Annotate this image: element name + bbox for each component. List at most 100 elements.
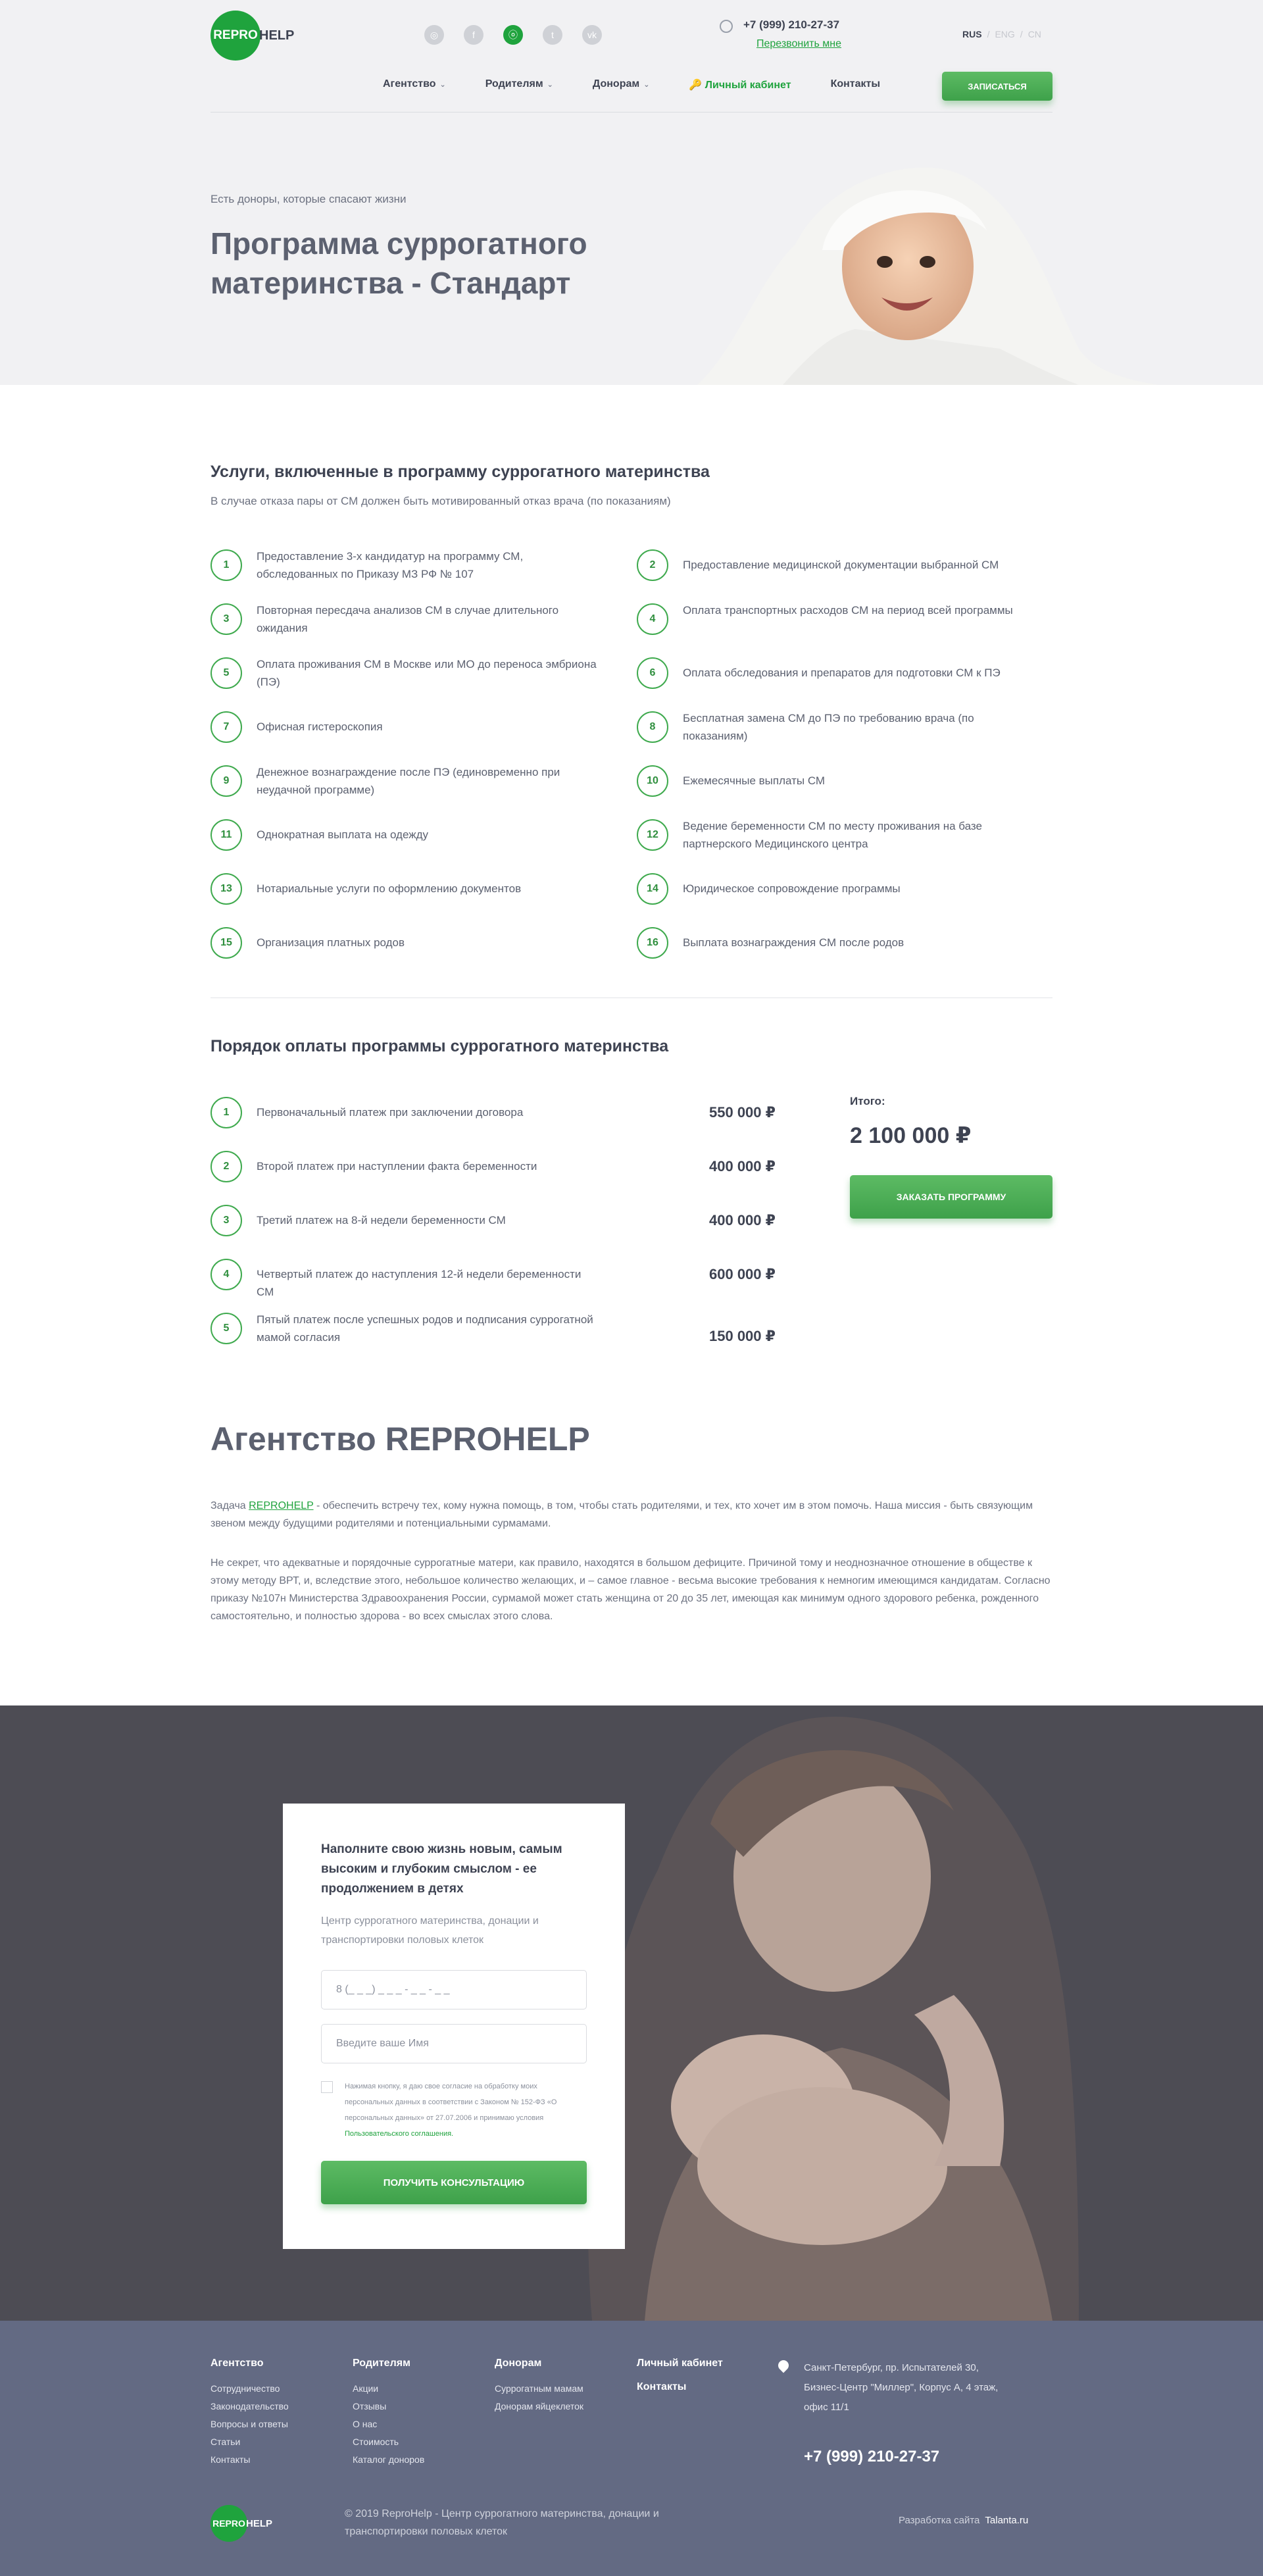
footer-column-cabinet: Личный кабинет Контакты bbox=[637, 2358, 723, 2404]
footer-column-donors: Донорам Суррогатным мамам Донорам яйцекл… bbox=[495, 2358, 583, 2415]
footer-link[interactable]: Законодательство bbox=[210, 2398, 289, 2415]
service-number: 14 bbox=[637, 873, 668, 905]
nav-item-cabinet[interactable]: 🔑 Личный кабинет bbox=[689, 78, 791, 91]
footer-link[interactable]: Стоимость bbox=[353, 2433, 424, 2451]
footer-link[interactable]: Статьи bbox=[210, 2433, 289, 2451]
footer-link[interactable]: Отзывы bbox=[353, 2398, 424, 2415]
nav-item-parents[interactable]: Родителям ⌄ bbox=[485, 78, 553, 91]
service-text: Выплата вознаграждения СМ после родов bbox=[683, 936, 904, 949]
key-icon: 🔑 bbox=[689, 80, 703, 91]
footer-logo[interactable]: REPRO HELP bbox=[210, 2505, 272, 2542]
service-text: Организация платных родов bbox=[257, 936, 405, 949]
service-number: 7 bbox=[210, 711, 242, 743]
payment-text: Пятый платеж после успешных родов и подп… bbox=[257, 1313, 593, 1344]
service-number: 9 bbox=[210, 765, 242, 797]
chevron-down-icon: ⌄ bbox=[643, 81, 650, 89]
agency-paragraph-2: Не секрет, что адекватные и порядочные с… bbox=[210, 1557, 1051, 1622]
service-number: 1 bbox=[210, 549, 242, 581]
service-text: Оплата обследования и препаратов для под… bbox=[683, 667, 1001, 679]
order-program-button[interactable]: ЗАКАЗАТЬ ПРОГРАММУ bbox=[850, 1175, 1052, 1219]
page-title: Программа суррогатного материнства - Ста… bbox=[210, 226, 587, 300]
hero-subtitle: Есть доноры, которые спасают жизни bbox=[210, 193, 407, 205]
footer-link[interactable]: Донорам яйцеклеток bbox=[495, 2398, 583, 2415]
social-links: ◎ f ⓞ t vk bbox=[424, 25, 602, 45]
consultation-form: Наполните свою жизнь новым, самым высоки… bbox=[283, 1804, 625, 2249]
footer-link[interactable]: Вопросы и ответы bbox=[210, 2415, 289, 2433]
service-number: 2 bbox=[637, 549, 668, 581]
phone-icon bbox=[720, 20, 733, 33]
payment-price: 400 000 ₽ bbox=[709, 1158, 776, 1174]
footer-cabinet-link[interactable]: Личный кабинет bbox=[637, 2358, 723, 2369]
service-text: Предоставление 3-х кандидатур на програм… bbox=[257, 550, 524, 580]
header-section: REPRO HELP ◎ f ⓞ t vk +7 (999) 210-27-37… bbox=[0, 0, 1263, 385]
service-number: 3 bbox=[210, 603, 242, 635]
service-number: 16 bbox=[637, 927, 668, 959]
footer-contacts-link[interactable]: Контакты bbox=[637, 2381, 723, 2393]
footer-column-title[interactable]: Родителям bbox=[353, 2358, 424, 2369]
payment-price: 400 000 ₽ bbox=[709, 1212, 776, 1228]
logo-text: HELP bbox=[259, 28, 295, 43]
footer-link[interactable]: Акции bbox=[353, 2380, 424, 2398]
signup-button[interactable]: ЗАПИСАТЬСЯ bbox=[942, 72, 1052, 101]
service-number: 15 bbox=[210, 927, 242, 959]
lang-rus[interactable]: RUS bbox=[962, 29, 982, 39]
service-number: 11 bbox=[210, 819, 242, 851]
logo-mark: REPRO bbox=[210, 11, 260, 61]
service-text: Однократная выплата на одежду bbox=[257, 828, 428, 841]
service-text: Нотариальные услуги по оформлению докуме… bbox=[257, 882, 522, 895]
footer-phone[interactable]: +7 (999) 210-27-37 bbox=[804, 2448, 939, 2466]
footer-address: Санкт-Петербург, пр. Испытателей 30, Биз… bbox=[804, 2362, 999, 2413]
service-text: Ведение беременности СМ по месту прожива… bbox=[683, 820, 982, 850]
facebook-icon[interactable]: f bbox=[464, 25, 483, 45]
vk-icon[interactable]: vk bbox=[582, 25, 602, 45]
payment-text: Второй платеж при наступлении факта бере… bbox=[257, 1160, 537, 1173]
footer-link[interactable]: О нас bbox=[353, 2415, 424, 2433]
payment-number: 4 bbox=[210, 1259, 242, 1290]
consent-checkbox[interactable] bbox=[321, 2081, 333, 2093]
get-consultation-button[interactable]: ПОЛУЧИТЬ КОНСУЛЬТАЦИЮ bbox=[321, 2161, 587, 2204]
callback-link[interactable]: Перезвонить мне bbox=[756, 38, 841, 50]
logo-mark: REPRO bbox=[210, 2505, 247, 2542]
footer-column-title[interactable]: Агентство bbox=[210, 2358, 289, 2369]
nav-item-contacts[interactable]: Контакты bbox=[831, 78, 880, 91]
payment-number: 2 bbox=[210, 1151, 242, 1182]
developer-link[interactable]: Talanta.ru bbox=[985, 2515, 1028, 2526]
payment-text: Четвертый платеж до наступления 12-й нед… bbox=[257, 1268, 582, 1298]
service-text: Предоставление медицинской документации … bbox=[683, 559, 999, 571]
lang-cn[interactable]: CN bbox=[1028, 29, 1041, 39]
service-number: 5 bbox=[210, 657, 242, 689]
chevron-down-icon: ⌄ bbox=[547, 81, 553, 89]
header-phone[interactable]: +7 (999) 210-27-37 bbox=[743, 18, 839, 32]
reprohelp-link[interactable]: REPROHELP bbox=[249, 1500, 313, 1511]
footer-link[interactable]: Каталог доноров bbox=[353, 2451, 424, 2469]
twitter-icon[interactable]: t bbox=[543, 25, 562, 45]
instagram-icon[interactable]: ◎ bbox=[424, 25, 444, 45]
footer-link[interactable]: Контакты bbox=[210, 2451, 289, 2469]
footer-column-title[interactable]: Донорам bbox=[495, 2358, 583, 2369]
service-text: Бесплатная замена СМ до ПЭ по требованию… bbox=[683, 712, 974, 742]
lang-eng[interactable]: ENG bbox=[995, 29, 1014, 39]
service-number: 8 bbox=[637, 711, 668, 743]
footer-link[interactable]: Суррогатным мамам bbox=[495, 2380, 583, 2398]
user-agreement-link[interactable]: Пользовательского соглашения. bbox=[345, 2130, 453, 2138]
service-text: Оплата транспортных расходов СМ на перио… bbox=[683, 604, 1013, 617]
footer-column-agency: Агентство Сотрудничество Законодательств… bbox=[210, 2358, 289, 2469]
nav-item-agency[interactable]: Агентство ⌄ bbox=[383, 78, 446, 91]
footer-link[interactable]: Сотрудничество bbox=[210, 2380, 289, 2398]
chevron-down-icon: ⌄ bbox=[439, 81, 446, 89]
payment-price: 150 000 ₽ bbox=[709, 1328, 776, 1344]
baby-photo bbox=[697, 167, 1158, 385]
agency-paragraph-1: Задача REPROHELP - обеспечить встречу те… bbox=[210, 1500, 1033, 1529]
name-input[interactable]: Введите ваше Имя bbox=[321, 2024, 587, 2063]
main-nav: Агентство ⌄ Родителям ⌄ Донорам ⌄ 🔑 Личный … bbox=[383, 78, 880, 91]
nav-item-donors[interactable]: Донорам ⌄ bbox=[593, 78, 650, 91]
service-text: Денежное вознаграждение после ПЭ (единов… bbox=[257, 766, 560, 796]
logo-text: HELP bbox=[246, 2517, 273, 2529]
service-text: Оплата проживания СМ в Москве или МО до … bbox=[257, 658, 597, 688]
odnoklassniki-icon[interactable]: ⓞ bbox=[503, 25, 523, 45]
payment-number: 3 bbox=[210, 1205, 242, 1236]
payment-text: Первоначальный платеж при заключении дог… bbox=[257, 1106, 524, 1119]
logo[interactable]: REPRO HELP bbox=[210, 11, 294, 61]
form-title: Наполните свою жизнь новым, самым высоки… bbox=[321, 1842, 562, 1896]
phone-input[interactable]: 8 (_ _ _) _ _ _ - _ _ - _ _ bbox=[321, 1970, 587, 2009]
